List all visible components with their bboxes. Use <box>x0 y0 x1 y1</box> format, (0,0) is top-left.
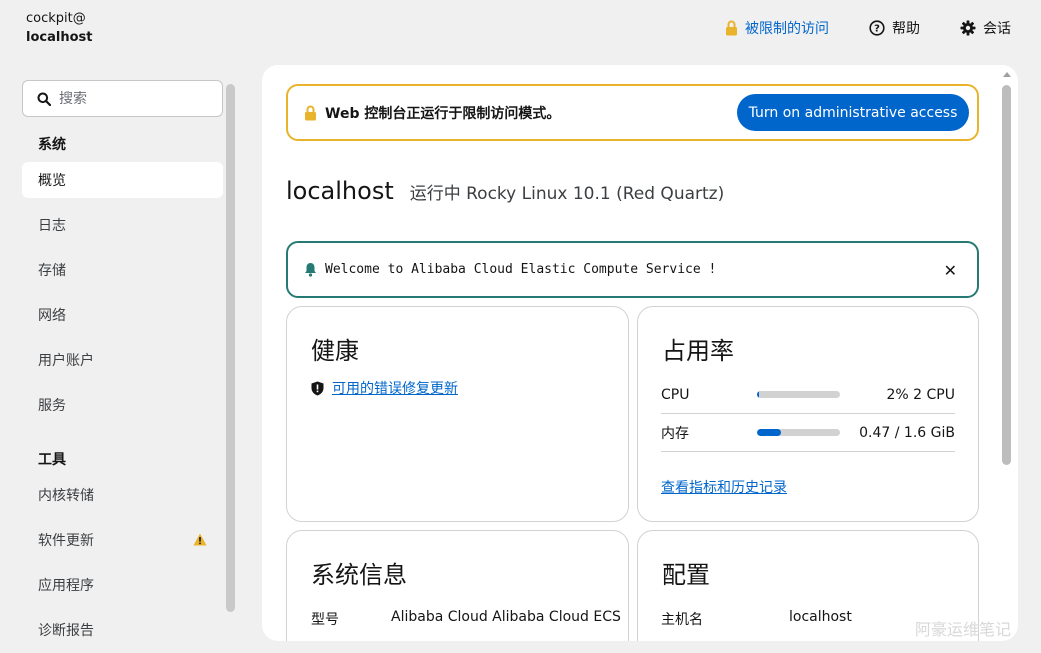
page-hostname: localhost <box>286 177 394 205</box>
sidebar-item-storage[interactable]: 存储 <box>22 252 223 288</box>
sidebar: 系统 概览 日志 存储 网络 用户账户 服务 工具 内核转储 软件更新 应用程序… <box>0 68 240 653</box>
cpu-usage-bar <box>757 391 840 398</box>
sidebar-item-services[interactable]: 服务 <box>22 387 223 423</box>
limited-access-message: Web 控制台正运行于限制访问模式。 <box>325 105 561 122</box>
host-user: cockpit@ <box>26 11 86 26</box>
warning-icon <box>193 533 207 546</box>
help-label: 帮助 <box>892 21 920 37</box>
sidebar-item-networking[interactable]: 网络 <box>22 297 223 333</box>
main-scrollbar[interactable] <box>1002 85 1011 465</box>
cpu-value: 2% 2 CPU <box>886 386 955 403</box>
main-scroll-up-arrow[interactable] <box>1003 72 1011 77</box>
cpu-usage-row: CPU 2% 2 CPU <box>661 376 955 414</box>
cpu-usage-fill <box>757 391 759 398</box>
memory-usage-fill <box>757 429 782 436</box>
memory-value: 0.47 / 1.6 GiB <box>859 424 955 441</box>
top-bar: 被限制的访问 ? 帮助 会话 <box>725 18 1011 38</box>
sidebar-item-label: 软件更新 <box>38 533 94 549</box>
sidebar-item-applications[interactable]: 应用程序 <box>22 567 223 603</box>
host-name: localhost <box>26 30 93 45</box>
sidebar-item-logs[interactable]: 日志 <box>22 207 223 243</box>
turn-on-admin-access-button[interactable]: Turn on administrative access <box>737 94 969 131</box>
help-button[interactable]: ? 帮助 <box>869 18 920 38</box>
watermark: 阿豪运维笔记 <box>915 620 1012 639</box>
system-info-card: 系统信息 型号 Alibaba Cloud Alibaba Cloud ECS <box>286 530 629 641</box>
memory-usage-row: 内存 0.47 / 1.6 GiB <box>661 414 955 452</box>
system-info-title: 系统信息 <box>311 561 407 589</box>
cpu-label: CPU <box>661 386 690 403</box>
bell-icon <box>305 263 316 277</box>
search-icon <box>37 92 51 106</box>
host-info: cockpit@ localhost <box>26 9 92 47</box>
page-title: localhost 运行中 Rocky Linux 10.1 (Red Quar… <box>286 177 724 205</box>
bugfix-updates-link[interactable]: 可用的错误修复更新 <box>332 378 458 398</box>
usage-card: 占用率 CPU 2% 2 CPU 内存 0.47 / 1.6 GiB 查看指标和… <box>637 306 979 522</box>
hostname-value[interactable]: localhost <box>789 609 852 625</box>
sidebar-item-diagnostic-reports[interactable]: 诊断报告 <box>22 612 223 648</box>
health-card-title: 健康 <box>311 337 359 365</box>
motd-message: Welcome to Alibaba Cloud Elastic Compute… <box>325 262 717 277</box>
health-updates-row: 可用的错误修复更新 <box>311 378 458 398</box>
motd-alert: Welcome to Alibaba Cloud Elastic Compute… <box>286 241 979 298</box>
search-input[interactable] <box>59 90 199 107</box>
limited-access-label: 被限制的访问 <box>745 21 829 37</box>
gear-icon <box>960 20 976 36</box>
configuration-title: 配置 <box>662 561 710 589</box>
memory-label: 内存 <box>661 425 689 442</box>
limited-access-alert: Web 控制台正运行于限制访问模式。 Turn on administrativ… <box>286 84 979 141</box>
search-box[interactable] <box>22 80 223 117</box>
lock-icon <box>305 105 316 120</box>
session-label: 会话 <box>983 21 1011 37</box>
nav-group-system: 系统 <box>38 137 66 153</box>
os-description: 运行中 Rocky Linux 10.1 (Red Quartz) <box>409 184 725 204</box>
session-button[interactable]: 会话 <box>960 18 1011 38</box>
close-icon[interactable]: ✕ <box>944 261 957 280</box>
main-content: Web 控制台正运行于限制访问模式。 Turn on administrativ… <box>262 65 1018 641</box>
model-value: Alibaba Cloud Alibaba Cloud ECS <box>391 609 621 625</box>
usage-card-title: 占用率 <box>662 337 734 365</box>
svg-text:?: ? <box>874 24 880 35</box>
limited-access-button[interactable]: 被限制的访问 <box>725 18 829 38</box>
health-card: 健康 可用的错误修复更新 <box>286 306 629 522</box>
hostname-label: 主机名 <box>661 612 703 628</box>
sidebar-scrollbar[interactable] <box>226 84 235 612</box>
sidebar-item-overview[interactable]: 概览 <box>22 162 223 198</box>
lock-icon <box>726 20 737 36</box>
help-icon: ? <box>869 20 885 36</box>
memory-usage-bar <box>757 429 840 436</box>
nav-group-tools: 工具 <box>38 452 66 468</box>
sidebar-item-accounts[interactable]: 用户账户 <box>22 342 223 378</box>
view-metrics-link[interactable]: 查看指标和历史记录 <box>661 477 787 497</box>
model-label: 型号 <box>311 612 339 628</box>
shield-icon <box>311 381 324 395</box>
sidebar-item-kdump[interactable]: 内核转储 <box>22 477 223 513</box>
sidebar-item-software-updates[interactable]: 软件更新 <box>22 522 223 558</box>
